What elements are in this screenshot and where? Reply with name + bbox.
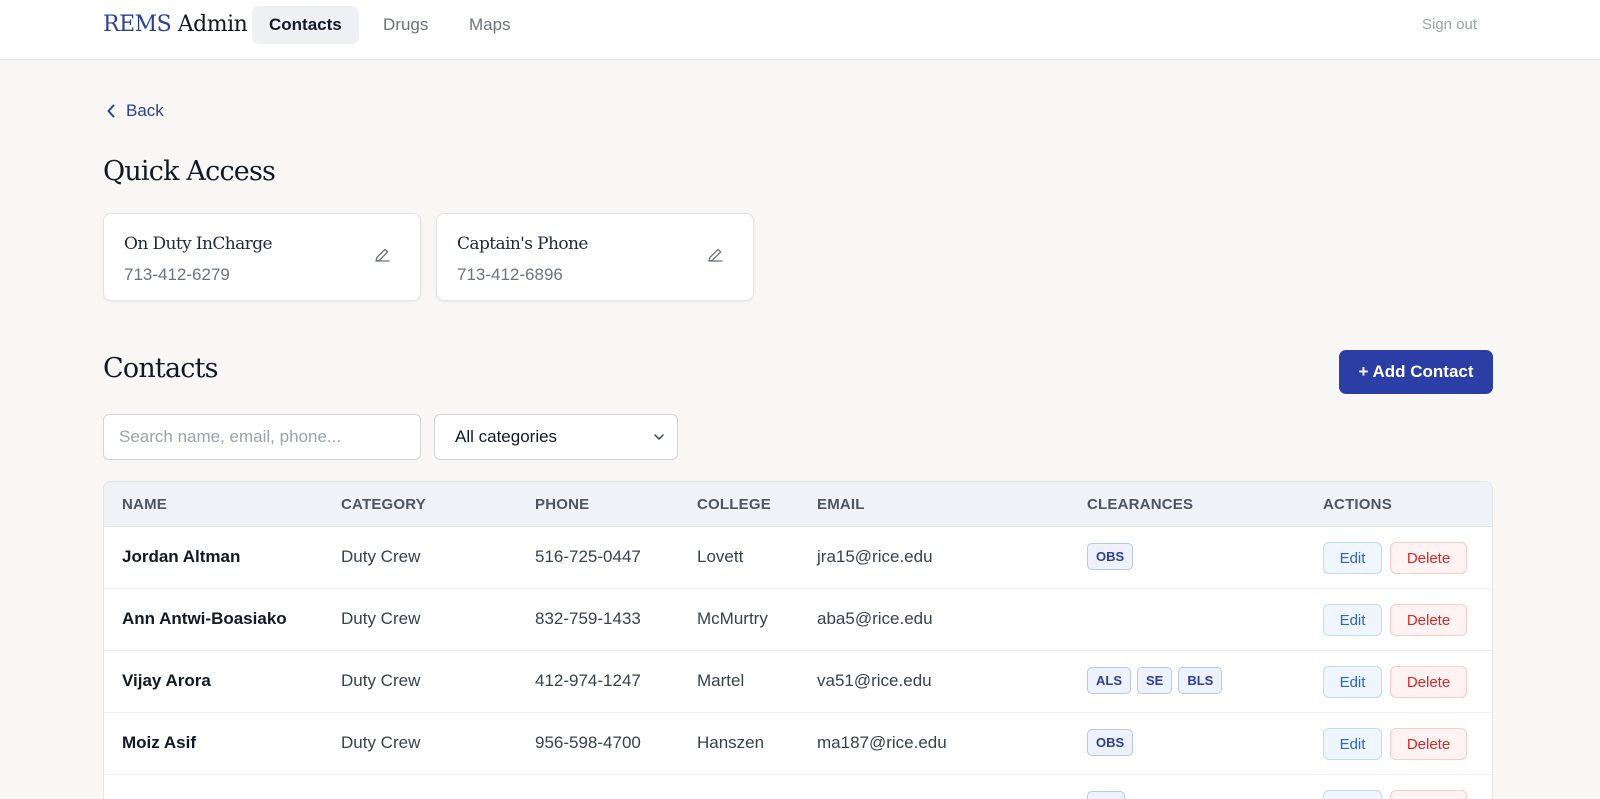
contact-college: McMurtry: [697, 609, 768, 628]
quick-access-label: On Duty InCharge: [124, 234, 273, 254]
quick-access-phone: 713-412-6279: [124, 265, 230, 284]
contacts-table: NAME CATEGORY PHONE COLLEGE EMAIL CLEARA…: [103, 481, 1493, 799]
category-select[interactable]: All categories: [434, 414, 678, 460]
contact-category: Duty Crew: [341, 671, 421, 690]
table-header: NAME CATEGORY PHONE COLLEGE EMAIL CLEARA…: [104, 482, 1492, 527]
table-row: Ann Antwi-Boasiako Duty Crew 832-759-143…: [104, 589, 1492, 651]
contact-name: Ann Antwi-Boasiako: [122, 609, 287, 628]
delete-button[interactable]: Delete: [1390, 604, 1467, 636]
table-row: Vijay Arora Duty Crew 412-974-1247 Marte…: [104, 651, 1492, 713]
row-actions: Edit Delete: [1323, 542, 1467, 574]
contact-phone: 516-725-0447: [535, 547, 641, 566]
contact-name: Jordan Altman: [122, 547, 241, 566]
edit-button[interactable]: Edit: [1323, 666, 1382, 698]
brand-admin: Admin: [177, 12, 248, 37]
quick-access-card-captain: Captain's Phone 713-412-6896: [436, 213, 754, 301]
contact-phone: 412-974-1247: [535, 671, 641, 690]
pencil-icon[interactable]: [706, 246, 724, 264]
contact-category: Duty Crew: [341, 733, 421, 752]
brand-logo[interactable]: REMS Admin: [103, 12, 248, 37]
contact-name: Vijay Arora: [122, 671, 211, 690]
clearance-badge: ALS: [1087, 667, 1131, 694]
row-actions: [1323, 790, 1467, 799]
contact-email: aba5@rice.edu: [817, 609, 933, 628]
row-actions: Edit Delete: [1323, 728, 1467, 760]
clearance-badge: [1087, 791, 1125, 799]
clearance-badge: SE: [1137, 667, 1173, 694]
contacts-title: Contacts: [103, 353, 218, 384]
clearance-badges: OBS: [1087, 543, 1134, 570]
row-actions: Edit Delete: [1323, 604, 1467, 636]
contact-category: Duty Crew: [341, 609, 421, 628]
contact-name: Moiz Asif: [122, 733, 196, 752]
chevron-left-icon: [107, 104, 115, 118]
delete-button[interactable]: [1390, 790, 1467, 799]
edit-button[interactable]: Edit: [1323, 604, 1382, 636]
edit-button[interactable]: [1323, 790, 1382, 799]
contact-email: jra15@rice.edu: [817, 547, 933, 566]
contact-phone: 956-598-4700: [535, 733, 641, 752]
delete-button[interactable]: Delete: [1390, 542, 1467, 574]
quick-access-phone: 713-412-6896: [457, 265, 563, 284]
brand-rems: REMS: [103, 12, 172, 37]
contact-college: Hanszen: [697, 733, 765, 752]
clearance-badge: BLS: [1178, 667, 1223, 694]
column-header-email[interactable]: EMAIL: [817, 496, 865, 513]
contact-category: Duty Crew: [341, 547, 421, 566]
column-header-college[interactable]: COLLEGE: [697, 496, 771, 513]
clearance-badges: OBS: [1087, 729, 1134, 756]
nav-tab-contacts[interactable]: Contacts: [252, 6, 359, 44]
category-select-value: All categories: [455, 427, 558, 446]
quick-access-title: Quick Access: [103, 156, 276, 187]
table-row: Moiz Asif Duty Crew 956-598-4700 Hanszen…: [104, 713, 1492, 775]
clearance-badges: [1087, 791, 1125, 799]
nav-tab-maps[interactable]: Maps: [452, 6, 528, 44]
clearance-badge: OBS: [1087, 543, 1134, 570]
clearance-badge: OBS: [1087, 729, 1134, 756]
nav-tab-drugs[interactable]: Drugs: [366, 6, 445, 44]
table-row: Jordan Altman Duty Crew 516-725-0447 Lov…: [104, 527, 1492, 589]
edit-button[interactable]: Edit: [1323, 542, 1382, 574]
delete-button[interactable]: Delete: [1390, 728, 1467, 760]
quick-access-label: Captain's Phone: [457, 234, 588, 254]
add-contact-button[interactable]: + Add Contact: [1339, 350, 1493, 394]
quick-access-card-on-duty: On Duty InCharge 713-412-6279: [103, 213, 421, 301]
search-input[interactable]: [103, 414, 421, 460]
column-header-name[interactable]: NAME: [122, 496, 167, 513]
sign-out-link[interactable]: Sign out: [1422, 16, 1477, 33]
edit-button[interactable]: Edit: [1323, 728, 1382, 760]
column-header-clearances: CLEARANCES: [1087, 496, 1194, 513]
back-link[interactable]: Back: [106, 101, 164, 121]
column-header-actions: ACTIONS: [1323, 496, 1392, 513]
delete-button[interactable]: Delete: [1390, 666, 1467, 698]
pencil-icon[interactable]: [373, 246, 391, 264]
contact-email: ma187@rice.edu: [817, 733, 947, 752]
clearance-badges: ALS SE BLS: [1087, 667, 1223, 694]
table-row: [104, 775, 1492, 799]
contact-email: va51@rice.edu: [817, 671, 932, 690]
contact-college: Lovett: [697, 547, 744, 566]
contact-phone: 832-759-1433: [535, 609, 641, 628]
back-label: Back: [126, 101, 164, 120]
row-actions: Edit Delete: [1323, 666, 1467, 698]
column-header-phone[interactable]: PHONE: [535, 496, 589, 513]
contact-college: Martel: [697, 671, 745, 690]
top-navbar: REMS Admin Contacts Drugs Maps Sign out: [0, 0, 1600, 60]
column-header-category[interactable]: CATEGORY: [341, 496, 426, 513]
chevron-down-icon: [654, 434, 664, 440]
